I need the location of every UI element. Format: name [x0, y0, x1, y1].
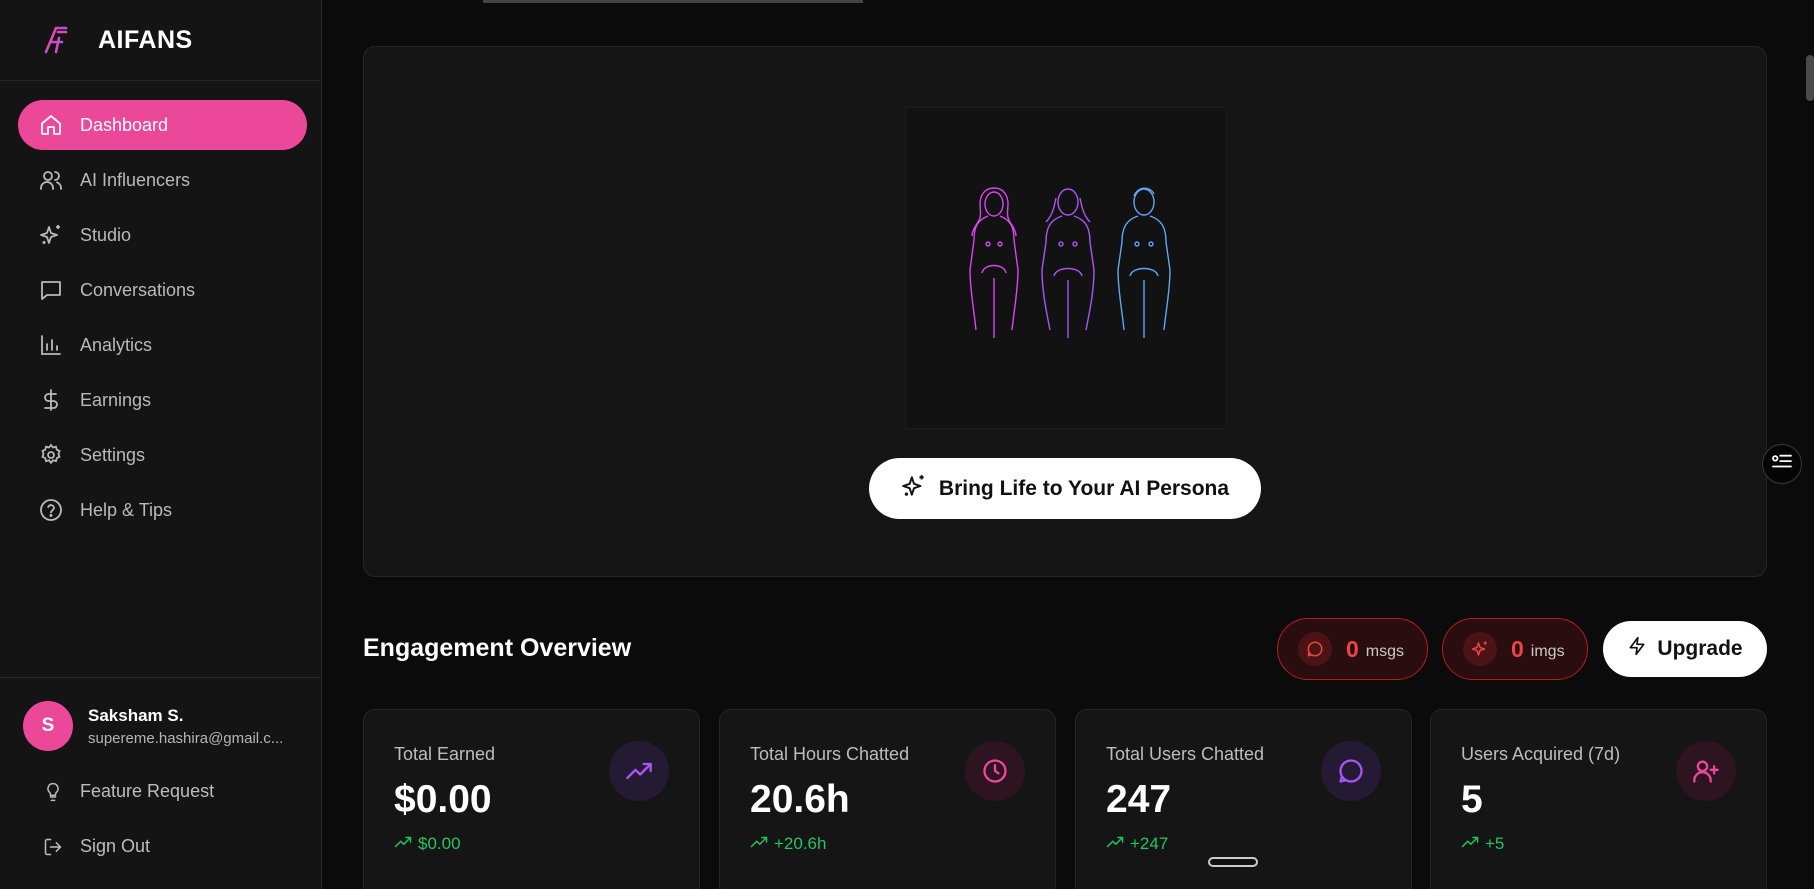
msgs-count: 0 [1346, 635, 1359, 662]
stat-value: 5 [1461, 778, 1483, 821]
sidebar-item-conversations[interactable]: Conversations [18, 265, 307, 315]
stat-label: Users Acquired (7d) [1461, 744, 1621, 764]
chat-icon [1321, 741, 1381, 801]
engagement-title: Engagement Overview [363, 634, 632, 662]
sign-out-label: Sign Out [80, 836, 151, 856]
sign-out-link[interactable]: Sign Out [0, 819, 322, 874]
sidebar-item-label: Help & Tips [80, 499, 173, 520]
upgrade-label: Upgrade [1657, 637, 1743, 660]
user-profile[interactable]: S Saksham S. supereme.hashira@gmail.c... [0, 698, 322, 754]
stat-value: 20.6h [750, 778, 850, 821]
msgs-credit-badge[interactable]: 0 msgs [1277, 618, 1428, 680]
three-figures-illustration [905, 107, 1227, 429]
stat-value: $0.00 [394, 778, 492, 821]
sidebar-nav: Dashboard AI Influencers Studio Conversa… [18, 100, 307, 540]
trending-up-icon [1106, 834, 1124, 854]
sidebar-item-label: Earnings [80, 389, 152, 410]
sidebar-footer: S Saksham S. supereme.hashira@gmail.c...… [0, 677, 322, 874]
stat-trend-value: +20.6h [774, 834, 827, 853]
bring-life-button[interactable]: Bring Life to Your AI Persona [869, 458, 1261, 519]
sidebar-item-label: Settings [80, 444, 146, 465]
hero-panel: Bring Life to Your AI Persona [363, 46, 1767, 577]
stat-card-total-earned: Total Earned $0.00 $0.00 [363, 709, 700, 889]
feature-request-label: Feature Request [80, 781, 215, 801]
stat-trend: +5 [1461, 834, 1504, 854]
imgs-credit-badge[interactable]: 0 imgs [1442, 618, 1588, 680]
trending-up-icon [750, 834, 768, 854]
main-content: Bring Life to Your AI Persona Engagement… [323, 0, 1814, 889]
trending-up-icon [609, 741, 669, 801]
user-plus-icon [1676, 741, 1736, 801]
page-scrollbar[interactable] [1806, 55, 1814, 101]
sidebar-item-studio[interactable]: Studio [18, 210, 307, 260]
stat-trend: +20.6h [750, 834, 826, 854]
sidebar-item-label: Studio [80, 224, 132, 245]
user-name: Saksham S. [88, 705, 184, 725]
floating-toc-button[interactable] [1762, 444, 1802, 484]
home-icon [38, 112, 64, 138]
chat-icon [1298, 632, 1332, 666]
logo-row[interactable]: AIFANS [0, 0, 321, 81]
trending-up-icon [1461, 834, 1479, 854]
sidebar-item-dashboard[interactable]: Dashboard [18, 100, 307, 150]
sparkles-icon [1463, 632, 1497, 666]
clipped-subtitle [483, 0, 883, 4]
app-window: AIFANS Dashboard AI Influencers Studio C… [0, 0, 1814, 889]
sparkles-icon [38, 222, 64, 248]
sidebar-item-settings[interactable]: Settings [18, 430, 307, 480]
aifans-logo-icon [40, 23, 74, 57]
stat-value: 247 [1106, 778, 1172, 821]
sparkles-icon [901, 473, 927, 505]
stat-label: Total Hours Chatted [750, 744, 910, 764]
user-info: Saksham S. supereme.hashira@gmail.c... [88, 706, 283, 747]
bar-chart-icon [38, 332, 64, 358]
list-settings-icon [1771, 453, 1793, 476]
sidebar-item-label: Analytics [80, 334, 153, 355]
stat-trend-value: +247 [1130, 834, 1169, 853]
stat-trend: $0.00 [394, 834, 461, 854]
upgrade-button[interactable]: Upgrade [1603, 621, 1767, 677]
msgs-unit: msgs [1365, 642, 1405, 660]
clock-icon [965, 741, 1025, 801]
bring-life-label: Bring Life to Your AI Persona [938, 476, 1230, 500]
users-icon [38, 167, 64, 193]
sidebar-item-ai-influencers[interactable]: AI Influencers [18, 155, 307, 205]
brand-name: AIFANS [98, 25, 193, 54]
stat-trend: +247 [1106, 834, 1168, 854]
sidebar-item-label: AI Influencers [80, 169, 191, 190]
stat-card-users-acquired: Users Acquired (7d) 5 +5 [1430, 709, 1767, 889]
feature-request-link[interactable]: Feature Request [0, 764, 322, 819]
bottom-drag-handle[interactable] [1208, 857, 1258, 867]
lightbulb-icon [40, 779, 66, 805]
sidebar-item-earnings[interactable]: Earnings [18, 375, 307, 425]
stats-grid: Total Earned $0.00 $0.00 Total Hours Cha… [363, 709, 1767, 889]
help-circle-icon [38, 497, 64, 523]
sidebar-item-analytics[interactable]: Analytics [18, 320, 307, 370]
stat-trend-value: $0.00 [418, 834, 461, 853]
gear-icon [38, 442, 64, 468]
stat-label: Total Earned [394, 744, 496, 764]
sidebar-item-label: Dashboard [80, 114, 169, 135]
sign-out-icon [40, 834, 66, 860]
dollar-icon [38, 387, 64, 413]
user-email: supereme.hashira@gmail.c... [88, 729, 284, 747]
trending-up-icon [394, 834, 412, 854]
avatar: S [23, 701, 73, 751]
stat-card-hours-chatted: Total Hours Chatted 20.6h +20.6h [719, 709, 1056, 889]
stat-trend-value: +5 [1485, 834, 1505, 853]
sidebar-item-label: Conversations [80, 279, 196, 300]
stat-label: Total Users Chatted [1106, 744, 1265, 764]
sidebar: AIFANS Dashboard AI Influencers Studio C… [0, 0, 322, 889]
sidebar-item-help[interactable]: Help & Tips [18, 485, 307, 535]
chat-icon [38, 277, 64, 303]
lightning-icon [1627, 635, 1647, 663]
imgs-count: 0 [1511, 635, 1524, 662]
imgs-unit: imgs [1530, 642, 1565, 660]
